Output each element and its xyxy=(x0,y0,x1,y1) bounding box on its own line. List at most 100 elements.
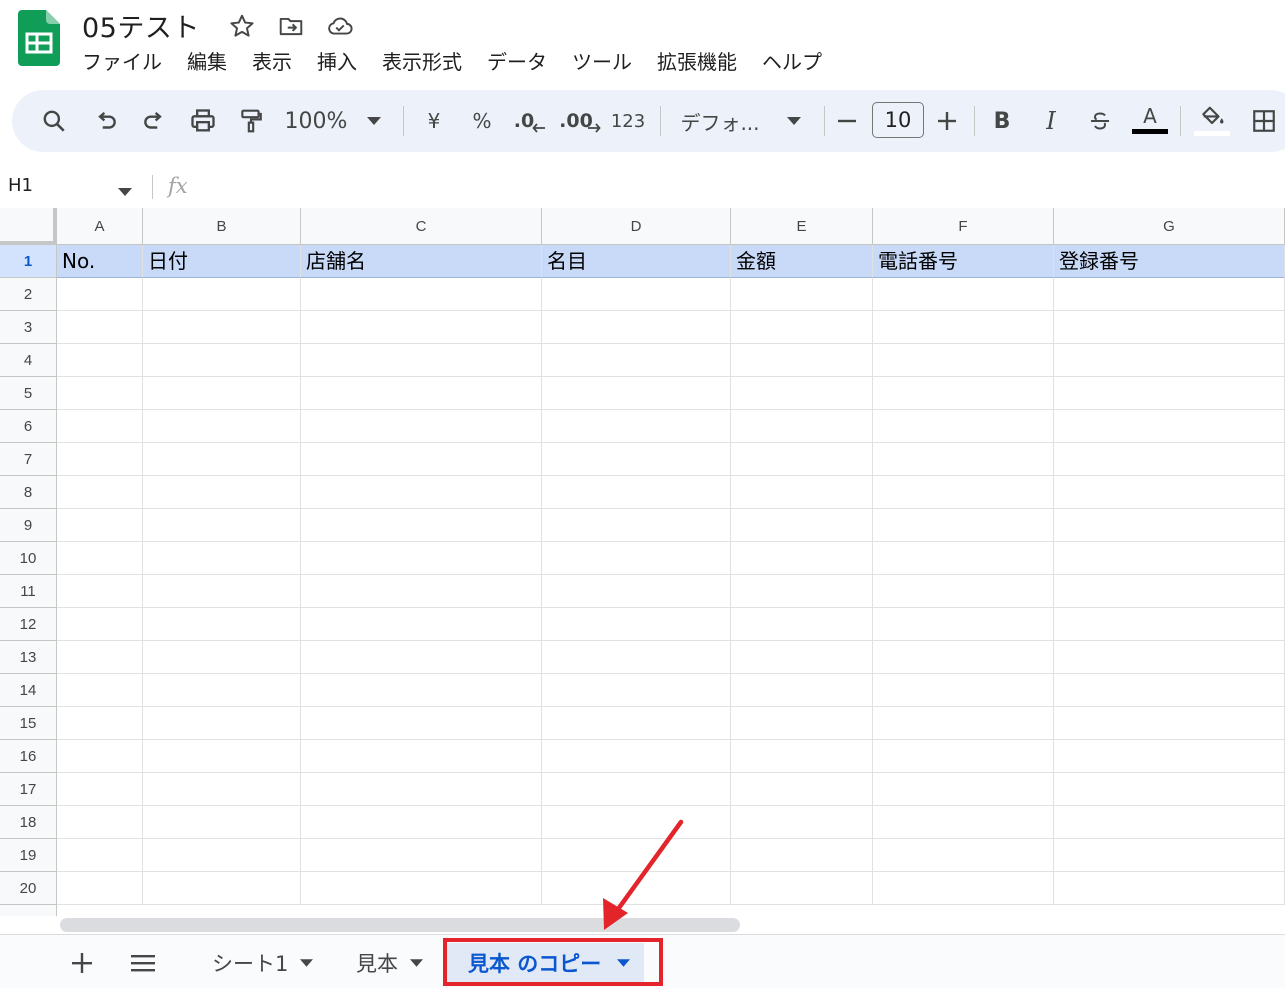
grid-cell[interactable] xyxy=(143,806,301,839)
cloud-saved-icon[interactable] xyxy=(326,12,354,40)
all-sheets-icon[interactable] xyxy=(127,947,159,979)
grid-cell[interactable] xyxy=(1054,542,1285,575)
grid-cell[interactable] xyxy=(143,608,301,641)
grid-cell[interactable] xyxy=(1054,806,1285,839)
move-folder-icon[interactable] xyxy=(277,12,305,40)
grid-cell[interactable] xyxy=(301,344,542,377)
grid-cell[interactable] xyxy=(873,674,1054,707)
grid-cell[interactable] xyxy=(301,707,542,740)
header-cell[interactable]: 日付 xyxy=(143,245,301,278)
grid-cell[interactable] xyxy=(731,542,873,575)
borders-icon[interactable] xyxy=(1246,90,1282,152)
row-header-17[interactable]: 17 xyxy=(0,773,57,806)
grid-cell[interactable] xyxy=(542,410,731,443)
print-icon[interactable] xyxy=(185,90,221,152)
grid-cell[interactable] xyxy=(57,740,143,773)
paint-format-icon[interactable] xyxy=(233,90,269,152)
grid-cell[interactable] xyxy=(301,278,542,311)
grid-cell[interactable] xyxy=(57,278,143,311)
chevron-down-icon[interactable] xyxy=(410,959,423,967)
grid-cell[interactable] xyxy=(731,311,873,344)
grid-cell[interactable] xyxy=(873,641,1054,674)
grid-cell[interactable] xyxy=(873,773,1054,806)
grid-cell[interactable] xyxy=(57,542,143,575)
strikethrough-icon[interactable] xyxy=(1082,90,1118,152)
row-header-12[interactable]: 12 xyxy=(0,608,57,641)
grid-cell[interactable] xyxy=(542,674,731,707)
grid-cell[interactable] xyxy=(1054,839,1285,872)
grid-cell[interactable] xyxy=(143,509,301,542)
grid-cell[interactable] xyxy=(1054,608,1285,641)
grid-cell[interactable] xyxy=(143,839,301,872)
grid-cell[interactable] xyxy=(873,542,1054,575)
grid-cell[interactable] xyxy=(542,773,731,806)
horizontal-scrollbar[interactable] xyxy=(60,918,740,932)
grid-cell[interactable] xyxy=(57,443,143,476)
text-color-button[interactable]: A xyxy=(1132,90,1168,152)
grid-cell[interactable] xyxy=(1054,443,1285,476)
row-header-3[interactable]: 3 xyxy=(0,311,57,344)
grid-cell[interactable] xyxy=(1054,773,1285,806)
grid-cell[interactable] xyxy=(301,377,542,410)
grid-cell[interactable] xyxy=(1054,872,1285,905)
grid-cell[interactable] xyxy=(731,443,873,476)
menu-file[interactable]: ファイル xyxy=(82,47,162,77)
sheet-tab-1[interactable]: シート1 xyxy=(212,943,314,983)
grid-cell[interactable] xyxy=(731,674,873,707)
header-cell[interactable]: 名目 xyxy=(542,245,731,278)
grid-cell[interactable] xyxy=(542,839,731,872)
grid-cell[interactable] xyxy=(542,443,731,476)
grid-cell[interactable] xyxy=(873,410,1054,443)
grid-cell[interactable] xyxy=(57,410,143,443)
grid-cell[interactable] xyxy=(57,476,143,509)
percent-format-button[interactable]: % xyxy=(464,90,500,152)
bold-button[interactable]: B xyxy=(984,90,1020,152)
grid-cell[interactable] xyxy=(542,344,731,377)
grid-cell[interactable] xyxy=(873,839,1054,872)
grid-cell[interactable] xyxy=(57,344,143,377)
italic-button[interactable]: I xyxy=(1033,90,1069,152)
grid-cell[interactable] xyxy=(57,674,143,707)
grid-cell[interactable] xyxy=(57,872,143,905)
sheets-logo-icon[interactable] xyxy=(18,10,60,66)
grid-cell[interactable] xyxy=(301,575,542,608)
grid-cell[interactable] xyxy=(1054,641,1285,674)
grid-cell[interactable] xyxy=(542,608,731,641)
grid-cell[interactable] xyxy=(731,707,873,740)
increase-decimal-button[interactable]: .00 xyxy=(558,90,602,152)
grid-cell[interactable] xyxy=(873,608,1054,641)
grid-cell[interactable] xyxy=(731,278,873,311)
row-header-9[interactable]: 9 xyxy=(0,509,57,542)
font-size-input[interactable]: 10 xyxy=(872,102,924,138)
row-header-11[interactable]: 11 xyxy=(0,575,57,608)
grid-cell[interactable] xyxy=(873,740,1054,773)
row-header-18[interactable]: 18 xyxy=(0,806,57,839)
grid-cell[interactable] xyxy=(873,278,1054,311)
column-header-a[interactable]: A xyxy=(57,208,143,245)
grid-cell[interactable] xyxy=(542,509,731,542)
font-dropdown-icon[interactable] xyxy=(782,90,806,152)
row-header-7[interactable]: 7 xyxy=(0,443,57,476)
grid-cell[interactable] xyxy=(1054,509,1285,542)
grid-cell[interactable] xyxy=(542,278,731,311)
grid-cell[interactable] xyxy=(301,740,542,773)
grid-cell[interactable] xyxy=(1054,344,1285,377)
zoom-dropdown-icon[interactable] xyxy=(362,90,386,152)
grid-cell[interactable] xyxy=(301,509,542,542)
header-cell[interactable]: 電話番号 xyxy=(873,245,1054,278)
document-title[interactable]: 05テスト xyxy=(82,6,200,45)
grid-cell[interactable] xyxy=(301,410,542,443)
grid-cell[interactable] xyxy=(1054,377,1285,410)
header-cell[interactable]: 店舗名 xyxy=(301,245,542,278)
grid-cell[interactable] xyxy=(143,542,301,575)
grid-cell[interactable] xyxy=(143,674,301,707)
grid-cell[interactable] xyxy=(301,872,542,905)
grid-cell[interactable] xyxy=(1054,575,1285,608)
grid-cell[interactable] xyxy=(542,707,731,740)
column-header-d[interactable]: D xyxy=(542,208,731,245)
grid-cell[interactable] xyxy=(301,806,542,839)
grid-cell[interactable] xyxy=(731,806,873,839)
row-header-10[interactable]: 10 xyxy=(0,542,57,575)
column-header-g[interactable]: G xyxy=(1054,208,1285,245)
grid-cell[interactable] xyxy=(143,410,301,443)
